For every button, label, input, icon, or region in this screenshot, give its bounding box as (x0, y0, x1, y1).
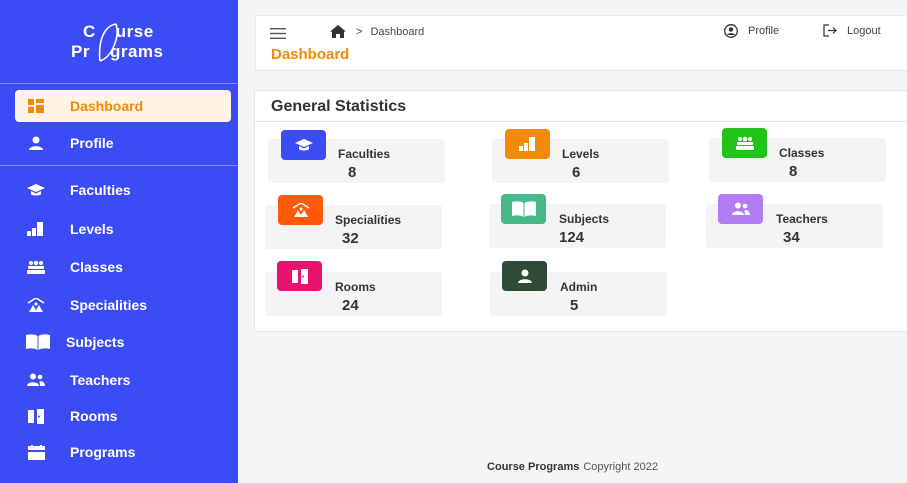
campground-icon (278, 195, 323, 225)
hamburger-menu-icon[interactable] (270, 28, 286, 39)
breadcrumb-separator: > (356, 25, 363, 38)
sidebar-item-profile[interactable]: Profile (15, 127, 231, 159)
stat-label: Levels (562, 147, 600, 161)
sidebar-item-label: Dashboard (70, 98, 144, 114)
footer-copyright: Copyright 2022 (583, 461, 658, 473)
dashboard-icon (25, 98, 47, 114)
user-circle-icon (724, 24, 738, 38)
door-icon (277, 261, 322, 291)
sidebar: Curse Pr grams Dashboard Profile Facultie… (0, 0, 238, 483)
stat-label: Teachers (776, 212, 828, 226)
sidebar-item-specialities[interactable]: Specialities (15, 289, 231, 321)
user-friends-icon (718, 194, 763, 224)
sidebar-item-label: Programs (70, 444, 136, 460)
top-header: > Dashboard Dashboard Profile Logout (255, 15, 907, 71)
logo-o-icon (98, 22, 118, 62)
stat-label: Faculties (338, 147, 391, 161)
stat-value: 6 (572, 164, 581, 181)
users-group-icon (25, 259, 47, 275)
stat-value: 34 (783, 229, 800, 246)
user-icon (502, 261, 547, 291)
stat-label: Specialities (335, 213, 402, 227)
brand-logo[interactable]: Curse Pr grams (0, 0, 238, 83)
users-group-icon (722, 128, 767, 158)
sidebar-item-label: Subjects (66, 334, 125, 350)
campground-icon (25, 297, 47, 313)
sidebar-item-label: Profile (70, 135, 114, 151)
calendar-icon (25, 444, 47, 460)
page-title: Dashboard (271, 46, 350, 63)
breadcrumb: > Dashboard (330, 25, 424, 38)
stat-label: Admin (560, 280, 598, 294)
stat-label: Subjects (559, 212, 610, 226)
stat-value: 124 (559, 229, 585, 246)
sidebar-item-levels[interactable]: Levels (15, 213, 231, 245)
sidebar-item-teachers[interactable]: Teachers (15, 364, 231, 396)
stat-value: 24 (342, 297, 359, 314)
stat-label: Rooms (335, 280, 376, 294)
logout-link[interactable]: Logout (823, 24, 881, 37)
sidebar-item-label: Rooms (70, 408, 118, 424)
sidebar-item-dashboard[interactable]: Dashboard (15, 90, 231, 122)
sidebar-item-label: Faculties (70, 182, 131, 198)
book-open-icon (24, 334, 52, 350)
stat-value: 8 (348, 164, 357, 181)
stat-label: Classes (779, 146, 825, 160)
book-open-icon (501, 194, 546, 224)
user-friends-icon (25, 372, 47, 388)
door-icon (25, 408, 47, 424)
home-icon[interactable] (330, 25, 346, 38)
sidebar-item-faculties[interactable]: Faculties (15, 174, 231, 206)
logout-icon (823, 24, 837, 37)
user-icon (25, 135, 47, 151)
graduation-cap-icon (25, 182, 47, 198)
bar-chart-icon (505, 129, 550, 159)
card-title: General Statistics (271, 98, 407, 115)
sidebar-item-label: Teachers (70, 372, 131, 388)
sidebar-item-classes[interactable]: Classes (15, 251, 231, 283)
profile-link[interactable]: Profile (724, 24, 779, 38)
stat-value: 5 (570, 297, 579, 314)
sidebar-item-label: Levels (70, 221, 114, 237)
sidebar-item-rooms[interactable]: Rooms (15, 400, 231, 432)
stat-value: 8 (789, 163, 798, 180)
sidebar-item-label: Classes (70, 259, 123, 275)
sidebar-item-programs[interactable]: Programs (15, 436, 231, 468)
sidebar-item-subjects[interactable]: Subjects (15, 326, 231, 358)
footer: Course Programs Copyright 2022 (238, 451, 907, 483)
graduation-cap-icon (281, 130, 326, 160)
stat-value: 32 (342, 230, 359, 247)
bar-chart-icon (25, 221, 47, 237)
sidebar-item-label: Specialities (70, 297, 148, 313)
breadcrumb-current: Dashboard (370, 25, 425, 38)
footer-brand: Course Programs (487, 461, 580, 473)
